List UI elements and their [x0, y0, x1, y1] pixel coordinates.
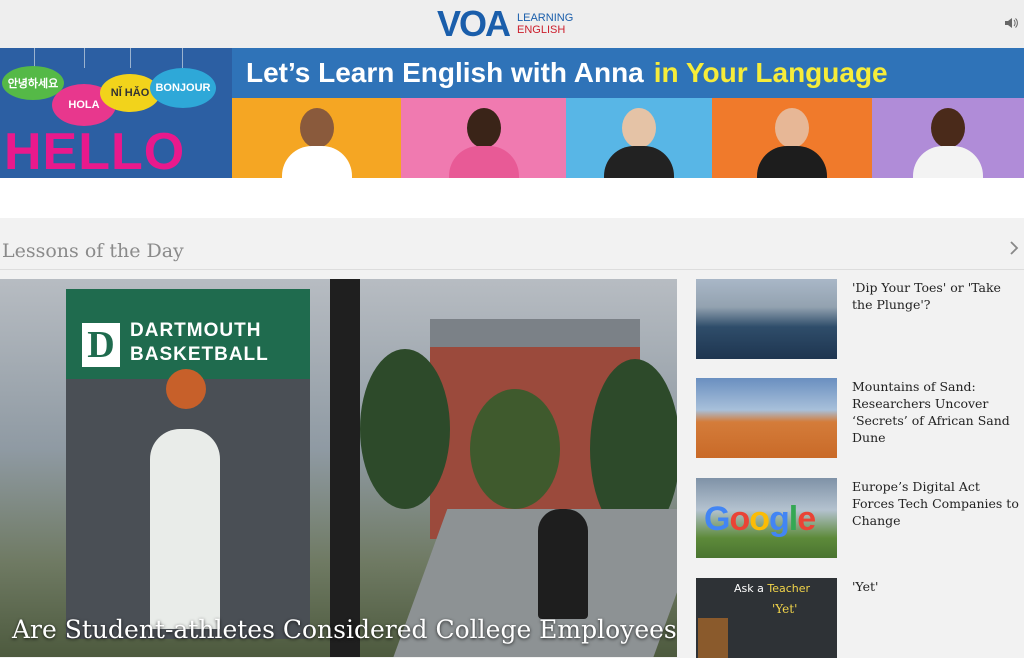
logo-mark: VOA: [437, 3, 511, 44]
logo-line-1: LEARNING: [517, 12, 574, 24]
hello-panel: 안녕하세요 HOLA NǏ HǍO BONJOUR HELLO: [0, 48, 232, 178]
spacer-strip: [0, 178, 1024, 218]
article-title[interactable]: Mountains of Sand: Researchers Uncover ‘…: [852, 378, 1020, 446]
kid-photo-5: [872, 98, 1024, 178]
flag-letter: D: [82, 323, 120, 367]
hero-headline[interactable]: Are Student-athletes Considered College …: [12, 615, 677, 644]
greeting-bubble-bonjour: BONJOUR: [150, 68, 216, 108]
banner-headline-highlight: in Your Language: [653, 57, 888, 88]
kid-photo-1: [232, 98, 401, 178]
flag-line-1: DARTMOUTH: [130, 320, 262, 341]
logo-wordmark: LEARNING ENGLISH: [517, 12, 573, 36]
walking-student: [538, 509, 588, 619]
chalk-text-1: Ask a: [734, 582, 764, 595]
section-header: Lessons of the Day: [0, 230, 1024, 270]
speaker-icon[interactable]: [1004, 16, 1018, 30]
chalk-text-2: Teacher: [767, 582, 811, 595]
chevron-right-icon[interactable]: [1008, 238, 1020, 263]
article-title[interactable]: 'Yet': [852, 578, 1020, 595]
side-article-4[interactable]: Ask a Teacher 'Yet' 'Yet': [696, 578, 1024, 658]
article-thumbnail[interactable]: [696, 279, 837, 359]
top-bar: VOA LEARNING ENGLISH: [0, 0, 1024, 48]
kid-photo-3: [566, 98, 712, 178]
flag-text: DARTMOUTH BASKETBALL: [130, 319, 269, 367]
voa-learning-english-logo[interactable]: VOA LEARNING ENGLISH: [437, 6, 573, 42]
article-thumbnail[interactable]: [696, 378, 837, 458]
article-thumbnail[interactable]: Google: [696, 478, 837, 558]
hello-word: HELLO: [4, 123, 186, 178]
basketball-player: [150, 429, 220, 629]
side-article-list: 'Dip Your Toes' or 'Take the Plunge'? Mo…: [696, 279, 1024, 658]
section-title[interactable]: Lessons of the Day: [2, 240, 184, 262]
flag-line-2: BASKETBALL: [130, 344, 269, 365]
hero-article[interactable]: D DARTMOUTH BASKETBALL Are Student-athle…: [0, 279, 677, 657]
basketball: [166, 369, 206, 409]
article-title[interactable]: Europe’s Digital Act Forces Tech Compani…: [852, 478, 1020, 529]
banner-headline-main: Let’s Learn English with Anna: [246, 57, 644, 88]
side-article-1[interactable]: 'Dip Your Toes' or 'Take the Plunge'?: [696, 279, 1024, 359]
lets-learn-english-banner[interactable]: 안녕하세요 HOLA NǏ HǍO BONJOUR HELLO Let’s Le…: [0, 48, 1024, 178]
logo-line-2: ENGLISH: [517, 24, 566, 36]
chalkboard-text: Ask a Teacher: [734, 582, 810, 595]
kid-photo-2: [401, 98, 566, 178]
banner-kids-row: [232, 98, 1024, 178]
google-letters-sculpture: Google: [704, 500, 816, 538]
books: [698, 618, 728, 658]
article-thumbnail[interactable]: Ask a Teacher 'Yet': [696, 578, 837, 658]
banner-headline: Let’s Learn English with Anna in Your La…: [232, 48, 1024, 98]
lamp-pole: [330, 279, 360, 657]
article-title[interactable]: 'Dip Your Toes' or 'Take the Plunge'?: [852, 279, 1020, 313]
side-article-2[interactable]: Mountains of Sand: Researchers Uncover ‘…: [696, 378, 1024, 458]
kid-photo-4: [712, 98, 872, 178]
side-article-3[interactable]: Google Europe’s Digital Act Forces Tech …: [696, 478, 1024, 558]
chalk-text-3: 'Yet': [772, 602, 798, 616]
